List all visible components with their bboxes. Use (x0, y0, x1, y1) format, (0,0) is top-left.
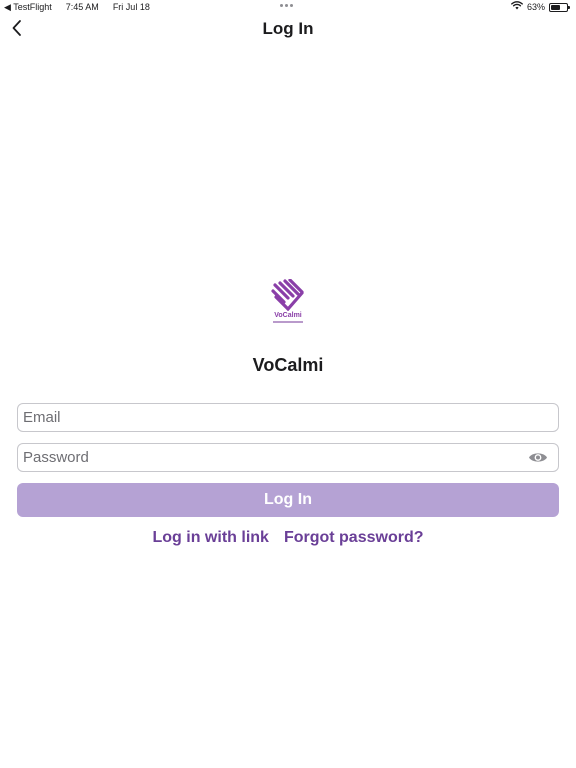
vocalmi-logo: VoCalmi (263, 279, 313, 329)
email-input[interactable] (18, 404, 558, 431)
password-input[interactable] (18, 444, 527, 471)
status-left: ◀ TestFlight 7:45 AM Fri Jul 18 (4, 1, 150, 13)
status-date: Fri Jul 18 (112, 2, 150, 12)
battery-percentage: 63% (526, 2, 545, 12)
auth-links-row: Log in with link Forgot password? (0, 528, 576, 548)
page-title: Log In (262, 19, 314, 38)
battery-icon (549, 2, 570, 12)
app-name: VoCalmi (252, 355, 324, 375)
logo-text: VoCalmi (274, 312, 302, 319)
status-bar: ◀ TestFlight 7:45 AM Fri Jul 18 63% (0, 0, 576, 14)
forgot-password-link[interactable]: Forgot password? (284, 528, 424, 548)
login-with-link-button[interactable]: Log in with link (153, 528, 269, 548)
wifi-icon (511, 1, 523, 13)
login-button[interactable]: Log In (17, 483, 559, 517)
navigation-bar: Log In (0, 14, 576, 44)
email-field[interactable] (17, 403, 559, 432)
back-to-app-link[interactable]: ◀ TestFlight (4, 1, 52, 13)
password-field[interactable] (17, 443, 559, 472)
multitasking-dots-icon[interactable] (280, 4, 293, 7)
eye-icon (529, 453, 547, 462)
logo-tagline-line (273, 321, 303, 323)
vocalmi-heart-logo-icon (271, 279, 304, 311)
status-time: 7:45 AM (65, 2, 99, 12)
status-right: 63% (511, 1, 570, 13)
show-password-toggle[interactable] (527, 450, 549, 466)
